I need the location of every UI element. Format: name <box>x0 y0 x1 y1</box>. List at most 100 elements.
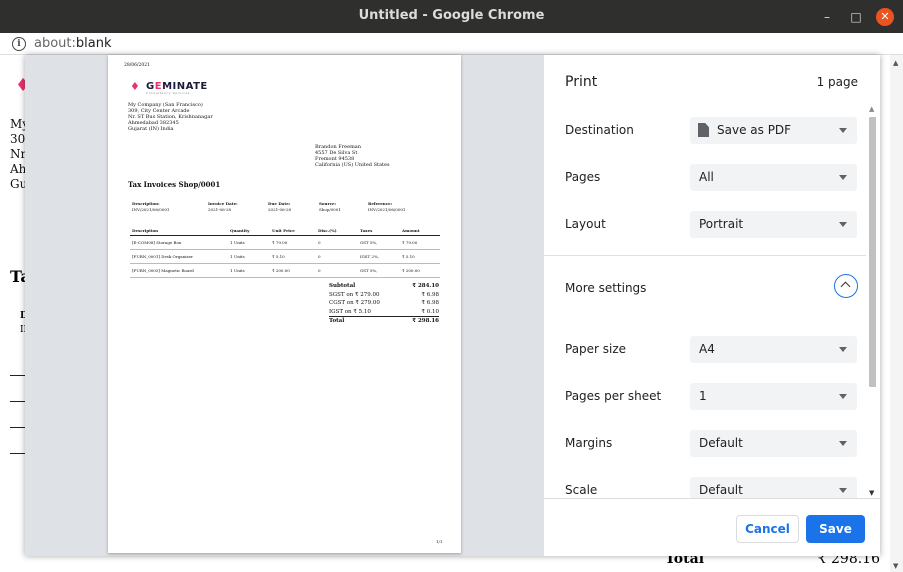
cell: ₹ 79.00 <box>270 235 316 250</box>
cell: ₹ 200.00 <box>400 263 440 278</box>
more-settings-label[interactable]: More settings <box>565 281 646 295</box>
totals-label: CGST on ₹ 279.00 <box>329 300 380 306</box>
pages-per-sheet-select[interactable]: 1 <box>690 383 857 410</box>
customer-address: Brandon Freeman 4557 De Silva St Fremont… <box>315 144 390 168</box>
settings-scrollbar[interactable]: ▲ ▼ <box>867 105 879 497</box>
meta-value: INV/2021/06/0001 <box>368 207 406 212</box>
destination-value: Save as PDF <box>717 123 792 137</box>
url-text[interactable]: about:blank <box>34 36 112 51</box>
meta-invoice-date: Invoice Date: 2021-06-28 <box>208 201 238 213</box>
pages-select[interactable]: All <box>690 164 857 191</box>
pages-value: All <box>699 170 714 184</box>
cell: 0 <box>316 235 358 250</box>
meta-due-date: Due Date: 2021-06-28 <box>268 201 291 213</box>
cell: 1 Units <box>228 235 270 250</box>
url-scheme: about: <box>34 36 76 51</box>
print-settings-panel: Print 1 page Destination Save as PDF Pag… <box>544 55 880 556</box>
chevron-down-icon <box>839 175 847 180</box>
chevron-down-icon <box>839 441 847 446</box>
page-count: 1 page <box>816 75 858 89</box>
paper-size-value: A4 <box>699 342 715 356</box>
cancel-button[interactable]: Cancel <box>736 515 799 543</box>
dialog-footer: Cancel Save <box>544 498 880 556</box>
diamond-logo-icon: ♦ <box>130 80 140 93</box>
chevron-down-icon <box>839 222 847 227</box>
paper-size-label: Paper size <box>565 342 627 356</box>
scale-label: Scale <box>565 483 598 497</box>
print-dialog: 28/06/2021 ♦ GEMINATE Consultancy Servic… <box>25 55 880 556</box>
destination-label: Destination <box>565 123 634 137</box>
meta-value: 2021-06-28 <box>268 207 292 212</box>
window-title: Untitled - Google Chrome <box>358 8 545 23</box>
totals-label: Total <box>329 318 345 324</box>
cell: [FURN_0001] Desk Organizer <box>130 249 228 264</box>
cell: ₹ 5.10 <box>400 249 440 264</box>
column-header: Quantity <box>228 227 270 236</box>
table-row: [E-COM08] Storage Box 1 Units ₹ 79.00 0 … <box>130 235 440 250</box>
invoice-date: 28/06/2021 <box>124 63 150 68</box>
address-bar[interactable]: i about:blank <box>0 33 903 55</box>
cell: ₹ 79.00 <box>400 235 440 250</box>
totals-value: ₹ 284.10 <box>412 283 439 289</box>
cell: 1 Units <box>228 263 270 278</box>
invoice-totals: Subtotal ₹ 284.10 SGST on ₹ 279.00 ₹ 6.9… <box>329 282 439 325</box>
minimize-button[interactable]: – <box>818 8 836 26</box>
paper-size-select[interactable]: A4 <box>690 336 857 363</box>
column-header: Taxes <box>358 227 400 236</box>
margins-value: Default <box>699 436 743 450</box>
totals-row: IGST on ₹ 5.10 ₹ 0.10 <box>329 308 439 317</box>
chevron-down-icon <box>839 347 847 352</box>
layout-value: Portrait <box>699 217 744 231</box>
meta-value: 2021-06-28 <box>208 207 232 212</box>
totals-row: SGST on ₹ 279.00 ₹ 6.98 <box>329 291 439 300</box>
scroll-up-arrow-icon[interactable]: ▲ <box>869 105 874 113</box>
browser-scrollbar[interactable]: ▲ ▼ <box>890 55 903 572</box>
invoice-title: Tax Invoices Shop/0001 <box>128 180 221 189</box>
column-header: Amount <box>400 227 440 236</box>
cell: GST 5%, <box>358 263 400 278</box>
pages-per-sheet-value: 1 <box>699 389 707 403</box>
maximize-button[interactable]: □ <box>847 8 865 26</box>
address-line: Gujarat (IN) India <box>128 126 174 132</box>
scrollbar-thumb[interactable] <box>869 117 876 387</box>
cell: 0 <box>316 263 358 278</box>
meta-value: INV/2021/06/0001 <box>132 207 170 212</box>
scroll-down-arrow-icon[interactable]: ▼ <box>869 489 874 497</box>
scroll-up-arrow-icon[interactable]: ▲ <box>893 59 898 67</box>
url-rest: blank <box>75 36 112 51</box>
chevron-down-icon <box>839 128 847 133</box>
scroll-down-arrow-icon[interactable]: ▼ <box>893 562 898 570</box>
close-button[interactable]: ✕ <box>876 8 894 26</box>
table-header-row: Description Quantity Unit Price Disc.(%)… <box>130 227 440 236</box>
scale-value: Default <box>699 483 743 497</box>
preview-page: 28/06/2021 ♦ GEMINATE Consultancy Servic… <box>108 55 461 553</box>
meta-description: Description: INV/2021/06/0001 <box>132 201 169 213</box>
totals-row: CGST on ₹ 279.00 ₹ 6.98 <box>329 299 439 308</box>
info-icon[interactable]: i <box>12 37 26 51</box>
chevron-down-icon <box>839 488 847 493</box>
layout-select[interactable]: Portrait <box>690 211 857 238</box>
margins-select[interactable]: Default <box>690 430 857 457</box>
address-line: California (US) United States <box>315 162 390 168</box>
totals-value: ₹ 298.16 <box>412 318 439 324</box>
save-button[interactable]: Save <box>806 515 865 543</box>
meta-value: Shop/0001 <box>319 207 341 212</box>
pages-label: Pages <box>565 170 601 184</box>
cell: ₹ 5.10 <box>270 249 316 264</box>
more-settings-toggle[interactable] <box>834 274 858 298</box>
column-header: Disc.(%) <box>316 227 358 236</box>
invoice-lines-table: Description Quantity Unit Price Disc.(%)… <box>130 227 440 278</box>
meta-source: Source: Shop/0001 <box>319 201 341 213</box>
totals-value: ₹ 6.98 <box>421 300 440 306</box>
print-title: Print <box>565 74 598 90</box>
totals-label: Subtotal <box>329 283 356 289</box>
totals-value: ₹ 6.98 <box>421 291 440 298</box>
totals-row: Total ₹ 298.16 <box>329 316 439 325</box>
section-divider <box>544 255 866 256</box>
totals-label: IGST on ₹ 5.10 <box>329 308 371 315</box>
chevron-down-icon <box>839 394 847 399</box>
title-bar: Untitled - Google Chrome – □ ✕ <box>0 0 903 33</box>
table-row: [FURN_0005] Magnetic Board 1 Units ₹ 200… <box>130 263 440 278</box>
destination-select[interactable]: Save as PDF <box>690 117 857 144</box>
meta-reference: Reference: INV/2021/06/0001 <box>368 201 405 213</box>
